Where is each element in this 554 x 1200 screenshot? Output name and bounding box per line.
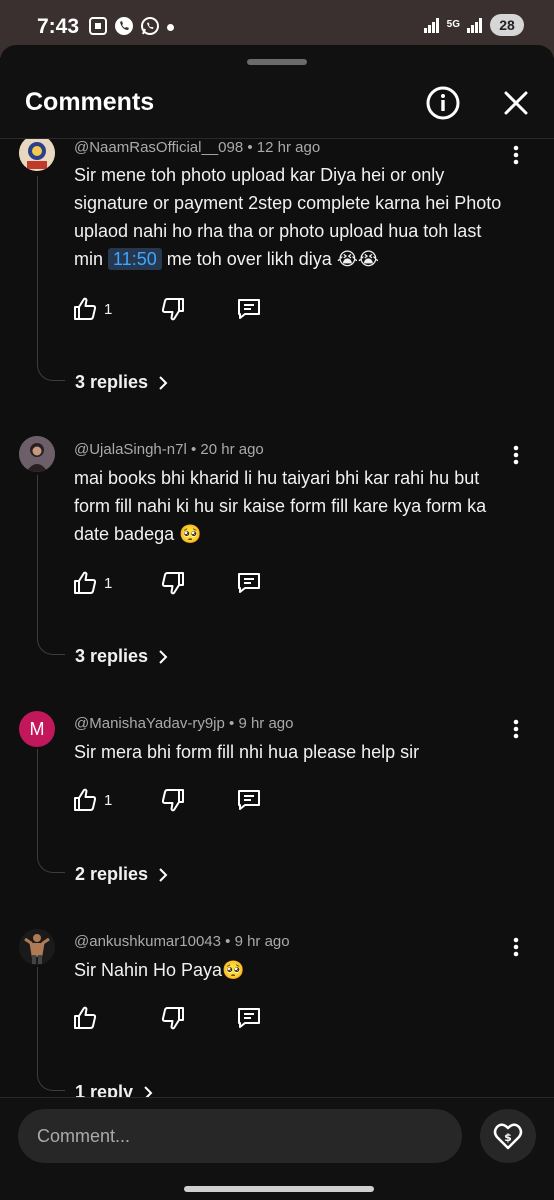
signal-icon-2	[467, 18, 482, 33]
comment-text: Sir Nahin Ho Paya🥺	[74, 960, 245, 980]
comment-actions: 1	[72, 568, 262, 598]
dislike-button[interactable]	[160, 296, 236, 322]
comment-author[interactable]: @NaamRasOfficial__098	[74, 139, 243, 156]
dislike-button[interactable]	[160, 1005, 236, 1031]
system-status-icons: 5G 28	[423, 14, 524, 36]
replies-label: 3 replies	[75, 646, 149, 666]
comment-author[interactable]: @UjalaSingh-n7l	[74, 441, 187, 458]
thumbs-down-icon	[161, 572, 184, 595]
reply-button[interactable]	[236, 570, 262, 596]
comment-author[interactable]: @ankushkumar10043	[74, 933, 221, 950]
like-button[interactable]: 1	[72, 296, 160, 322]
comment-icon	[238, 299, 260, 319]
avatar[interactable]	[19, 436, 55, 472]
comment-meta: @UjalaSingh-n7l • 20 hr ago	[74, 441, 264, 458]
super-thanks-icon: $	[493, 1123, 523, 1150]
avatar-image	[19, 139, 55, 171]
chevron-right-icon	[159, 649, 168, 664]
reply-button[interactable]	[236, 1005, 262, 1031]
thumbs-down-icon	[161, 298, 184, 321]
thread-line	[37, 749, 65, 873]
like-count: 1	[104, 300, 113, 318]
like-button[interactable]: 1	[72, 787, 160, 813]
thumbs-up-icon	[74, 297, 97, 320]
like-button[interactable]: 1	[72, 570, 160, 596]
chevron-right-icon	[159, 375, 168, 390]
comment-text: Sir mene toh photo upload kar Diya hei o…	[74, 161, 514, 273]
thumbs-up-icon	[74, 571, 97, 594]
comment-meta: @ankushkumar10043 • 9 hr ago	[74, 933, 290, 950]
avatar[interactable]	[19, 929, 55, 965]
comment-text: Sir mera bhi form fill nhi hua please he…	[74, 742, 420, 762]
thumbs-up-icon	[74, 1006, 97, 1029]
thumbs-up-icon	[74, 788, 97, 811]
svg-text:$: $	[504, 1131, 512, 1144]
view-replies-button[interactable]: 3 replies	[75, 372, 170, 393]
comments-list: @NaamRasOfficial__098 • 12 hr ago Sir me…	[0, 139, 554, 1097]
comment-text: mai books bhi kharid li hu taiyari bhi k…	[74, 468, 487, 544]
info-button[interactable]	[423, 83, 463, 123]
close-button[interactable]	[496, 83, 536, 123]
comment-age: 9 hr ago	[238, 715, 294, 732]
more-vert-icon	[513, 445, 519, 465]
comment-icon	[238, 1008, 260, 1028]
reply-button[interactable]	[236, 296, 262, 322]
more-vert-icon	[513, 937, 519, 957]
thread-line	[37, 176, 65, 381]
avatar-image	[19, 436, 55, 472]
view-replies-button[interactable]: 1 reply	[75, 1082, 155, 1097]
view-replies-button[interactable]: 3 replies	[75, 646, 170, 667]
timestamp-link[interactable]: 11:50	[108, 248, 162, 270]
like-count: 1	[104, 791, 113, 809]
replies-label: 3 replies	[75, 372, 149, 392]
phone-icon	[115, 17, 133, 35]
signal-icon	[423, 18, 439, 33]
dislike-button[interactable]	[160, 570, 236, 596]
info-icon	[426, 86, 460, 120]
replies-label: 2 replies	[75, 864, 149, 884]
comment-age: 20 hr ago	[200, 441, 264, 458]
comment-text-part: me toh over likh diya 😭😭	[161, 249, 379, 269]
status-time: 7:43	[37, 15, 80, 38]
chevron-right-icon	[159, 867, 168, 882]
thumbs-down-icon	[161, 789, 184, 812]
comment-age: 9 hr ago	[234, 933, 290, 950]
sheet-title: Comments	[25, 88, 155, 116]
like-count: 1	[104, 574, 113, 592]
screenshot-icon	[89, 17, 107, 35]
close-icon	[504, 91, 528, 115]
avatar-image	[19, 929, 55, 965]
comment-age: 12 hr ago	[256, 139, 321, 156]
thread-line	[37, 475, 65, 655]
comment-meta: @ManishaYadav-ry9jp • 9 hr ago	[74, 715, 294, 732]
comment-input[interactable]	[18, 1109, 462, 1163]
dislike-button[interactable]	[160, 787, 236, 813]
comment-actions: 1	[72, 785, 262, 815]
comment-icon	[238, 790, 260, 810]
like-button[interactable]	[72, 1005, 160, 1031]
reply-button[interactable]	[236, 787, 262, 813]
comment-actions	[72, 1003, 262, 1033]
avatar[interactable]: M	[19, 711, 55, 747]
thumbs-down-icon	[161, 1007, 184, 1030]
replies-label: 1 reply	[75, 1082, 134, 1097]
comment-icon	[238, 573, 260, 593]
avatar[interactable]	[19, 139, 55, 171]
comment-composer: $	[0, 1097, 554, 1200]
battery-indicator: 28	[490, 14, 524, 36]
view-replies-button[interactable]: 2 replies	[75, 864, 170, 885]
comment-author[interactable]: @ManishaYadav-ry9jp	[74, 715, 225, 732]
chevron-right-icon	[144, 1085, 153, 1097]
comment-meta: @NaamRasOfficial__098 • 12 hr ago	[74, 139, 321, 156]
notification-dot	[167, 24, 174, 31]
whatsapp-icon	[141, 17, 159, 35]
super-thanks-button[interactable]: $	[480, 1109, 536, 1163]
more-vert-icon	[513, 719, 519, 739]
drag-handle[interactable]	[247, 59, 307, 65]
notification-icons	[88, 16, 160, 36]
network-type: 5G	[446, 19, 460, 30]
home-indicator	[184, 1186, 374, 1192]
thread-line	[37, 967, 65, 1091]
comment-actions: 1	[72, 294, 262, 324]
